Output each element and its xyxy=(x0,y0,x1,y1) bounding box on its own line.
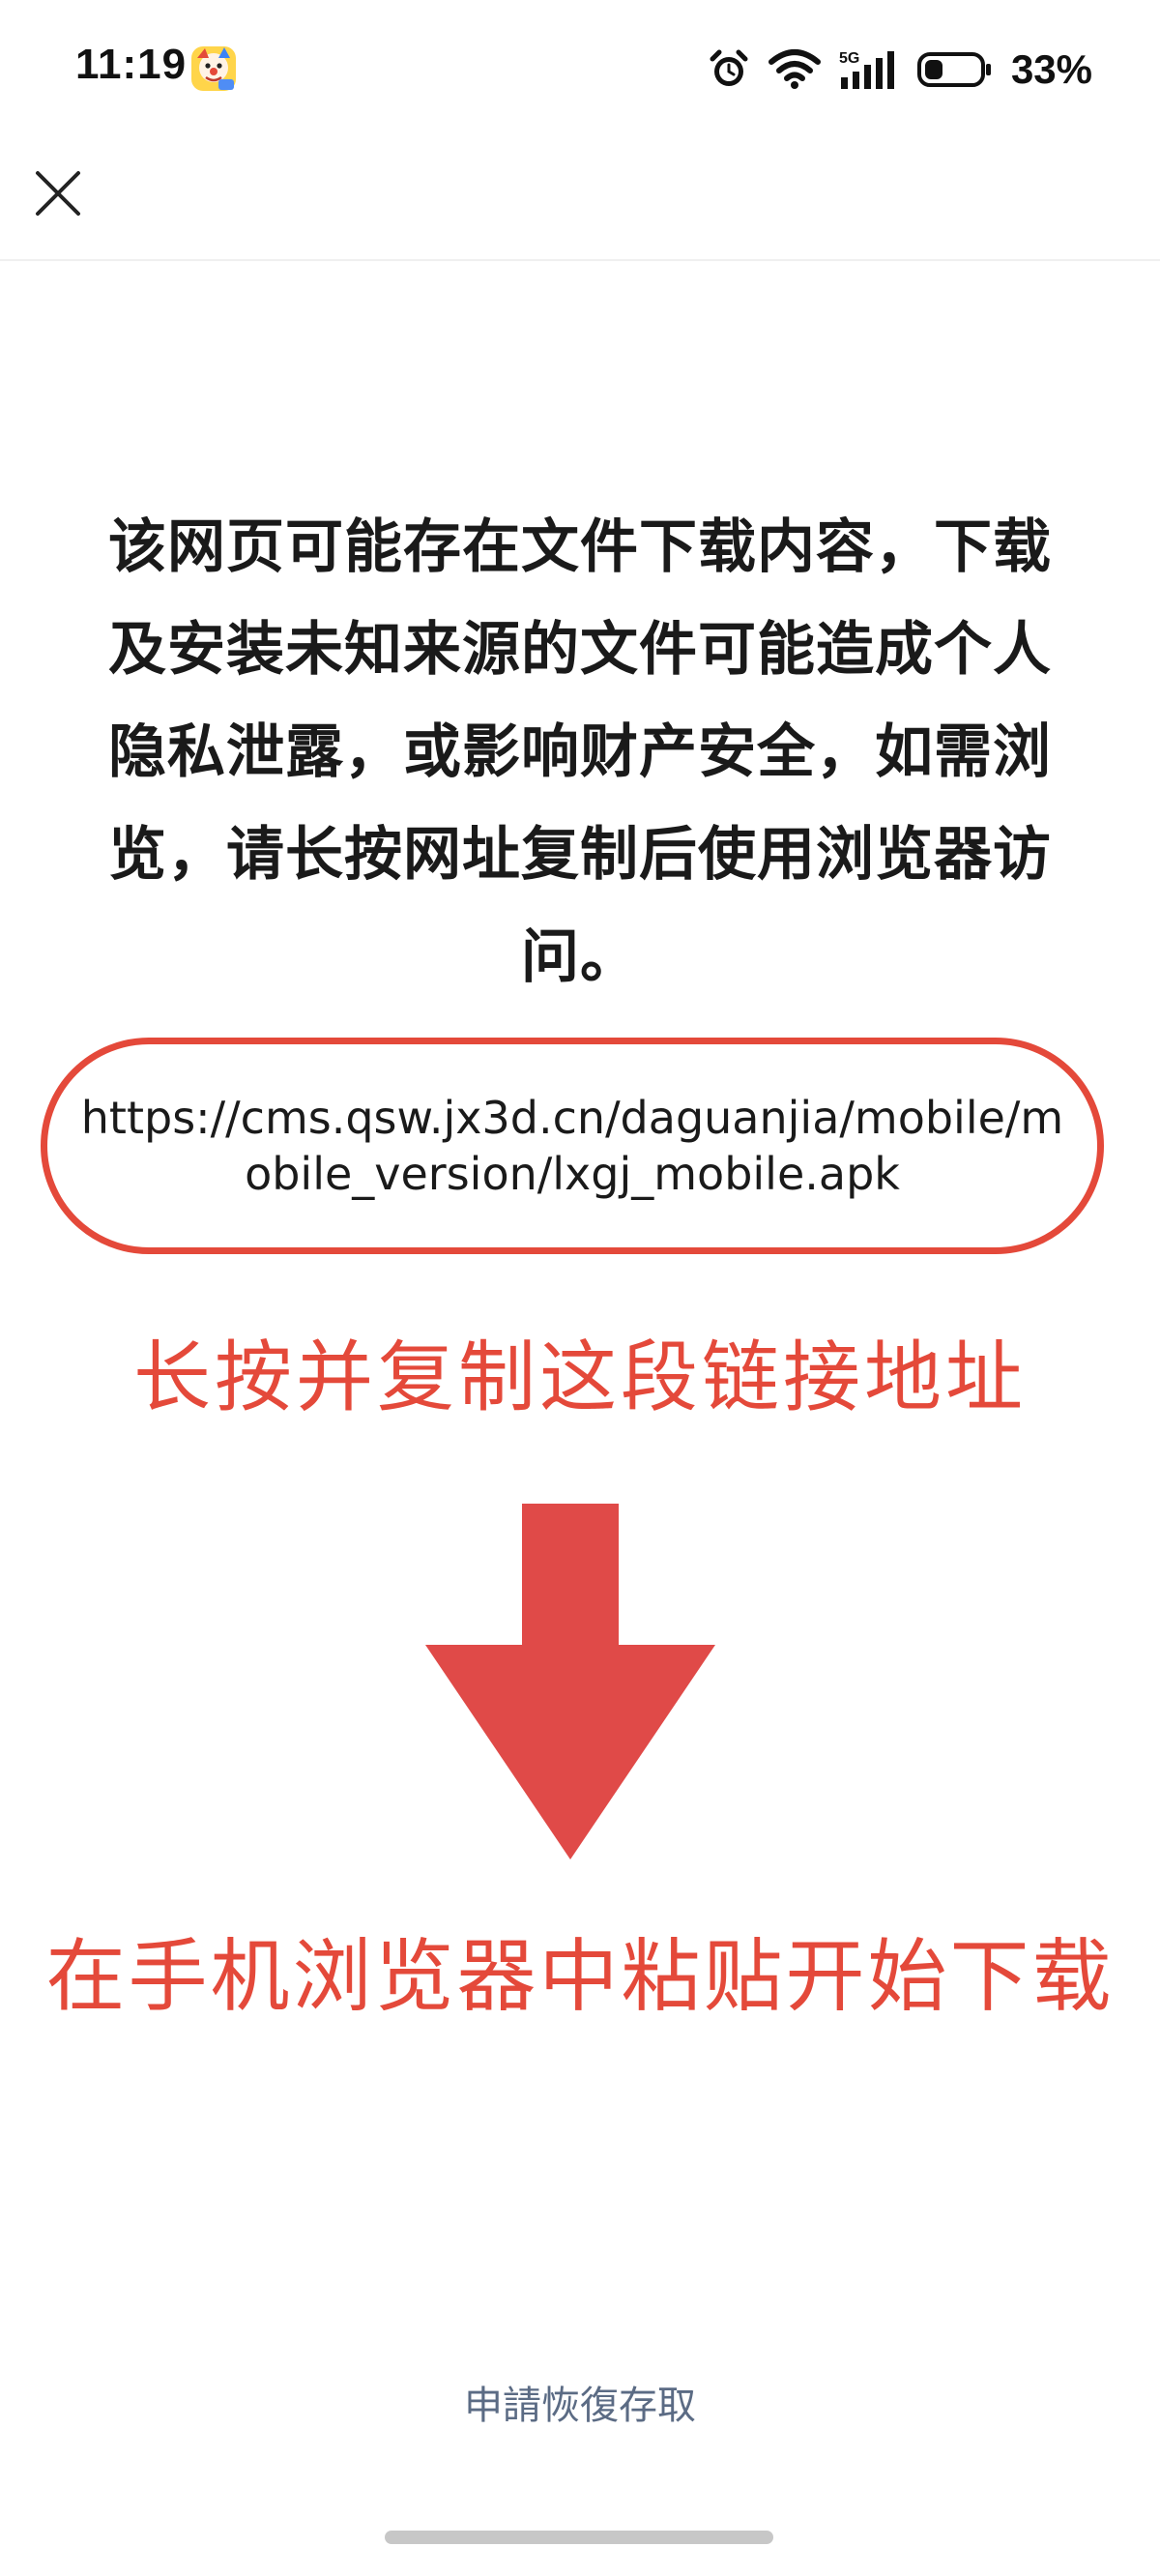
status-bar: 11:19 5G 33% xyxy=(0,0,1160,145)
5g-signal-icon: 5G xyxy=(839,50,894,89)
home-indicator[interactable] xyxy=(385,2531,773,2544)
wifi-icon xyxy=(768,49,821,89)
request-restore-access-link[interactable]: 申請恢復存取 xyxy=(0,2374,1160,2430)
status-time: 11:19 xyxy=(75,41,188,88)
clown-face-app-icon xyxy=(191,46,236,91)
alarm-icon xyxy=(710,49,748,86)
battery-icon xyxy=(916,52,991,87)
down-arrow-icon xyxy=(425,1504,715,1859)
download-warning-text: 该网页可能存在文件下载内容，下载及安装未知来源的文件可能造成个人隐私泄露，或影响… xyxy=(108,513,1052,991)
copy-instruction: 长按并复制这段链接地址 xyxy=(133,1332,1027,1422)
download-url[interactable]: https://cms.qsw.jx3d.cn/daguanjia/mobile… xyxy=(79,1090,1065,1202)
close-icon[interactable] xyxy=(29,164,87,222)
battery-percentage: 33% xyxy=(1010,46,1092,92)
top-bar xyxy=(0,145,1160,261)
paste-instruction: 在手机浏览器中粘贴开始下载 xyxy=(45,1931,1115,2023)
status-icons: 5G 33% xyxy=(708,43,1092,97)
url-box[interactable]: https://cms.qsw.jx3d.cn/daguanjia/mobile… xyxy=(41,1038,1104,1254)
network-label: 5G xyxy=(839,50,859,67)
